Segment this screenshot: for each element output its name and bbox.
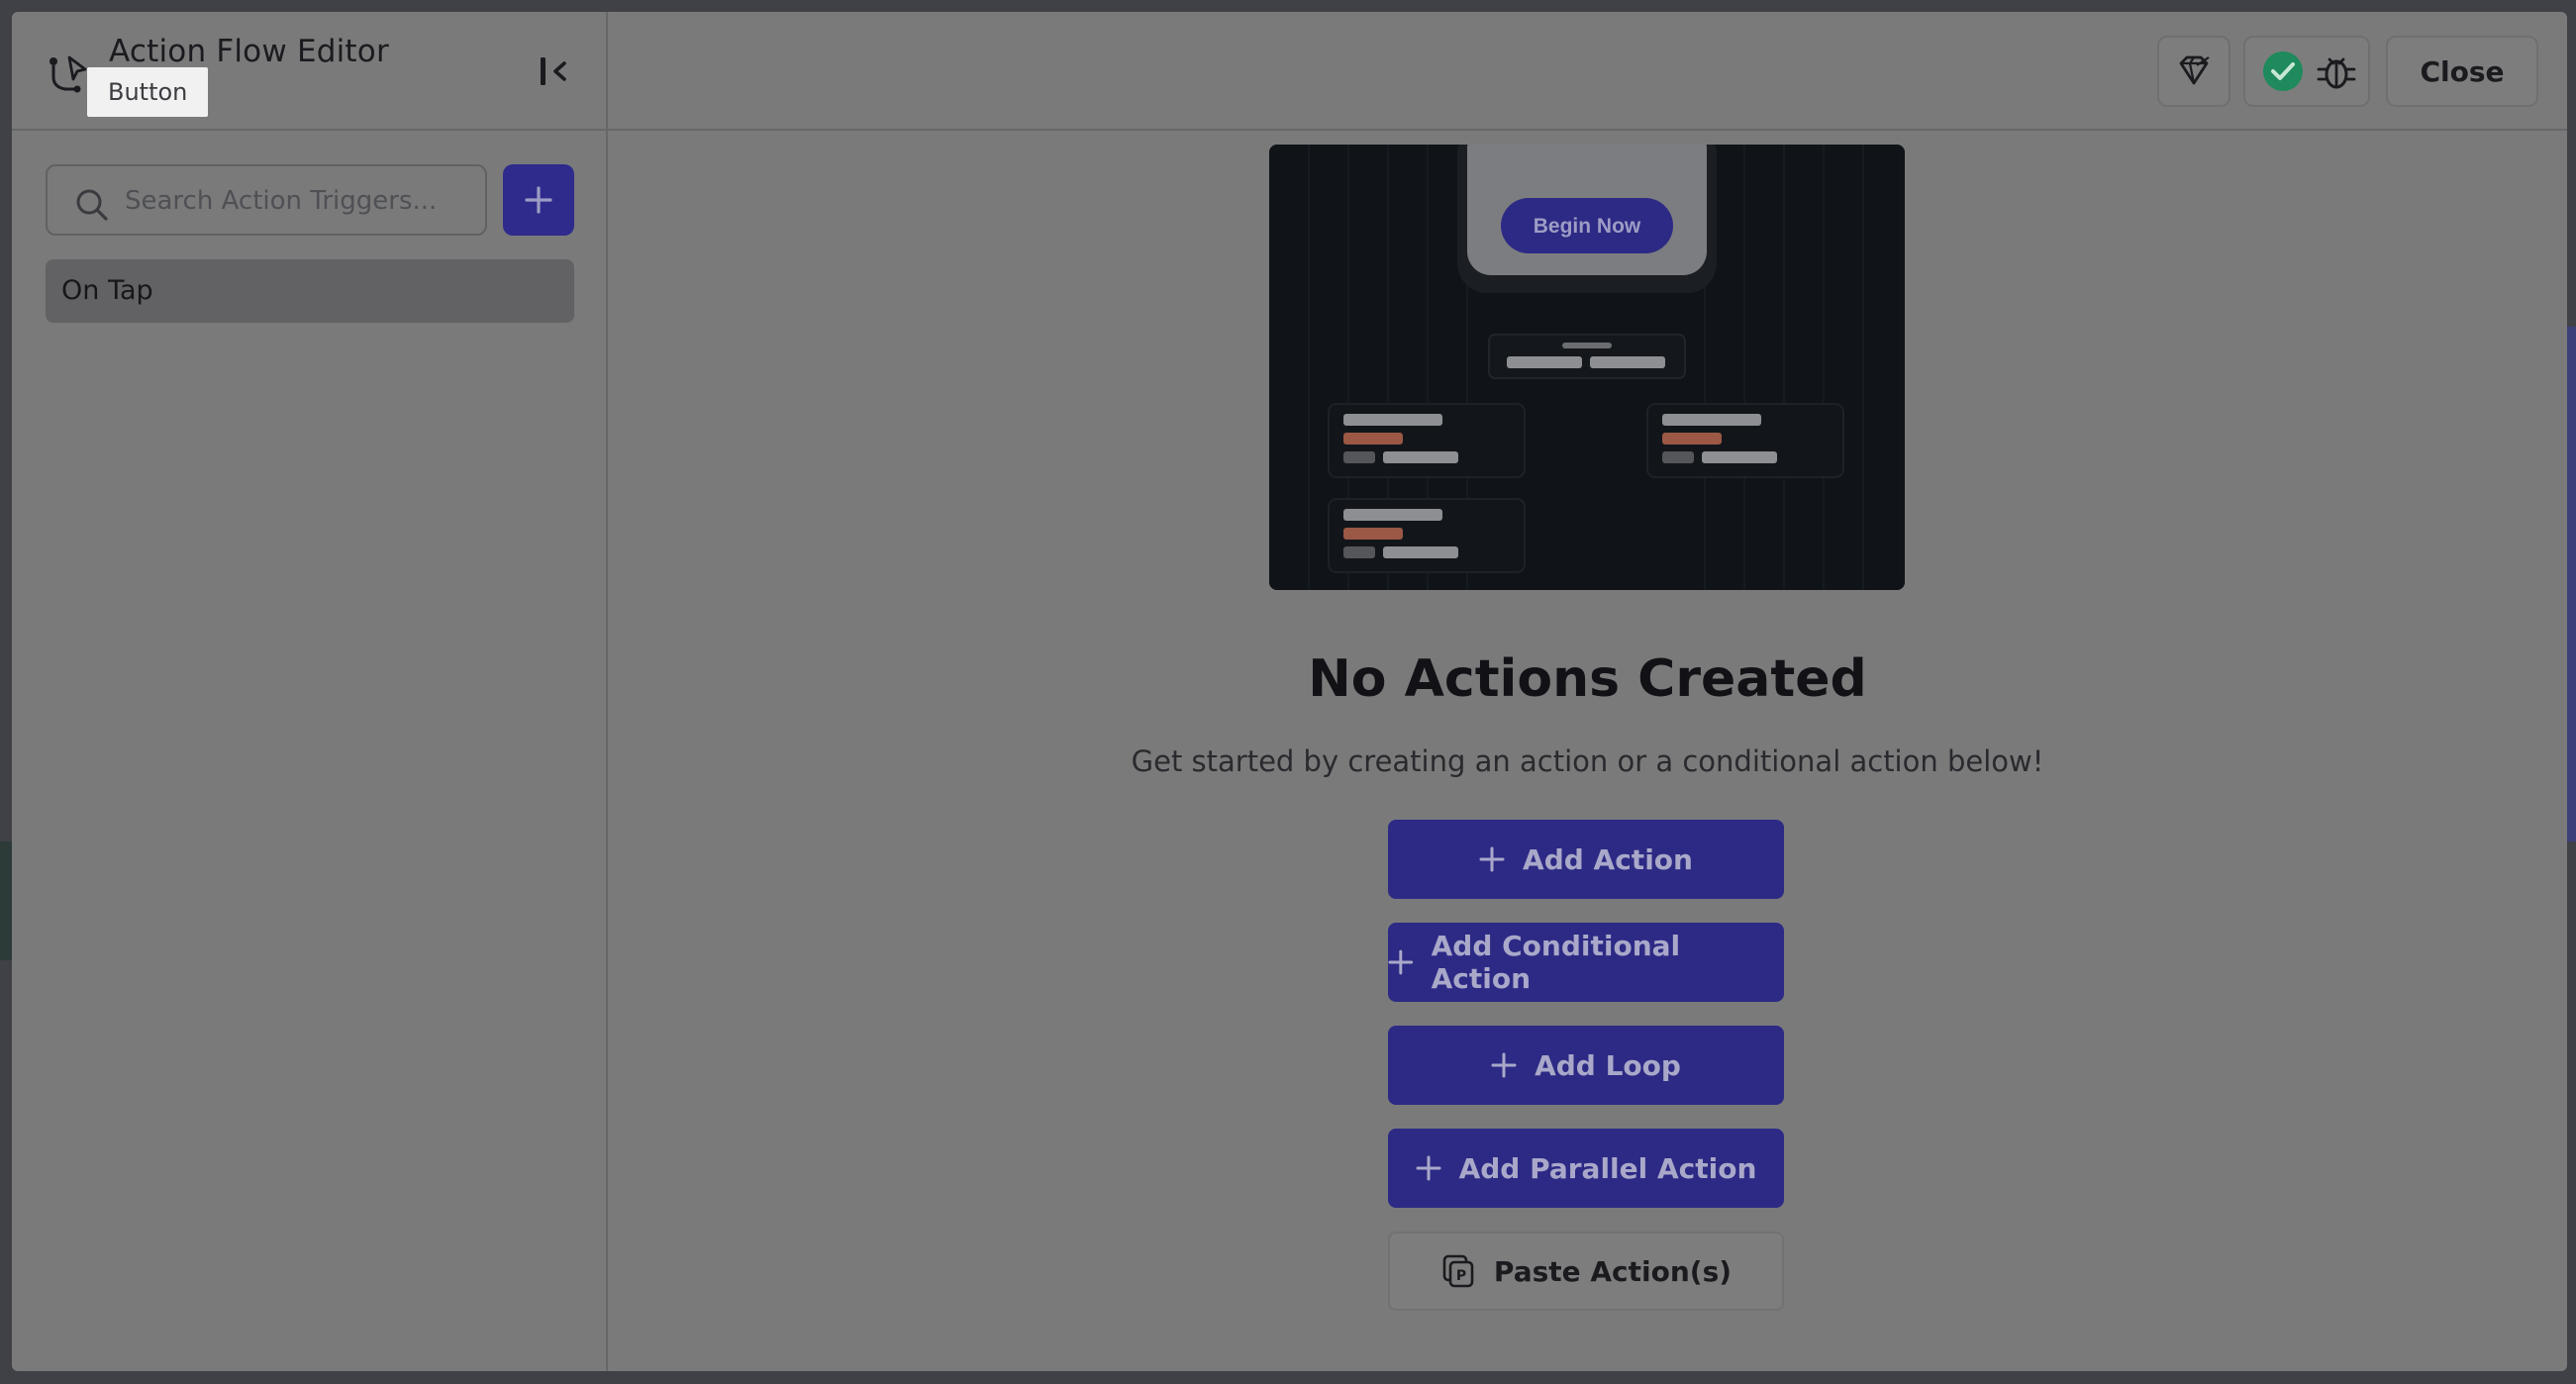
paste-actions-label: Paste Action(s): [1493, 1254, 1733, 1288]
paste-icon: P: [1442, 1254, 1474, 1288]
empty-state-subtitle: Get started by creating an action or a c…: [1131, 744, 2044, 778]
empty-state-illustration: Begin Now: [1269, 145, 1905, 590]
status-debug-group[interactable]: [2243, 36, 2370, 107]
trigger-item-on-tap[interactable]: On Tap: [46, 259, 574, 323]
action-flow-editor-modal: Action Flow Editor Button On Tap: [12, 12, 2567, 1371]
add-parallel-action-button[interactable]: Add Parallel Action: [1388, 1129, 1784, 1208]
add-trigger-button[interactable]: [503, 164, 574, 236]
add-action-button[interactable]: Add Action: [1388, 820, 1784, 899]
empty-state-title: No Actions Created: [1308, 649, 1867, 709]
trigger-label: On Tap: [61, 275, 153, 306]
search-icon: [76, 189, 108, 221]
collapse-sidebar-icon[interactable]: [537, 53, 576, 89]
plus-icon: [1416, 1155, 1441, 1181]
plus-icon: [1479, 846, 1505, 872]
action-flow-icon: [50, 55, 87, 93]
add-loop-button[interactable]: Add Loop: [1388, 1026, 1784, 1105]
paste-actions-button[interactable]: P Paste Action(s): [1388, 1232, 1784, 1311]
add-conditional-action-label: Add Conditional Action: [1431, 930, 1681, 995]
sidebar: Action Flow Editor Button On Tap: [12, 12, 608, 1371]
plus-icon: [525, 186, 552, 214]
add-loop-label: Add Loop: [1535, 1048, 1681, 1082]
search-action-triggers: [46, 164, 487, 236]
illustration-graphic: Begin Now: [1269, 145, 1905, 590]
close-label: Close: [2420, 54, 2505, 88]
top-toolbar: Close: [608, 12, 2567, 131]
editor-title: Action Flow Editor: [109, 34, 389, 69]
sidebar-header: Action Flow Editor Button: [12, 12, 606, 131]
check-status-icon: [2263, 51, 2303, 91]
add-parallel-action-label: Add Parallel Action: [1458, 1151, 1757, 1185]
widget-type-tooltip: Button: [87, 67, 209, 117]
begin-now-label: Begin Now: [1534, 215, 1641, 238]
add-conditional-action-button[interactable]: Add Conditional Action: [1388, 923, 1784, 1002]
plus-icon: [1388, 949, 1414, 975]
close-button[interactable]: Close: [2386, 36, 2538, 107]
search-input[interactable]: [125, 174, 471, 228]
add-action-label: Add Action: [1523, 842, 1693, 876]
plus-icon: [1491, 1052, 1517, 1078]
ai-gem-icon: [2179, 55, 2210, 85]
bug-icon: [2317, 57, 2356, 89]
gemini-assist-button[interactable]: [2157, 36, 2230, 107]
svg-text:P: P: [1456, 1268, 1466, 1284]
